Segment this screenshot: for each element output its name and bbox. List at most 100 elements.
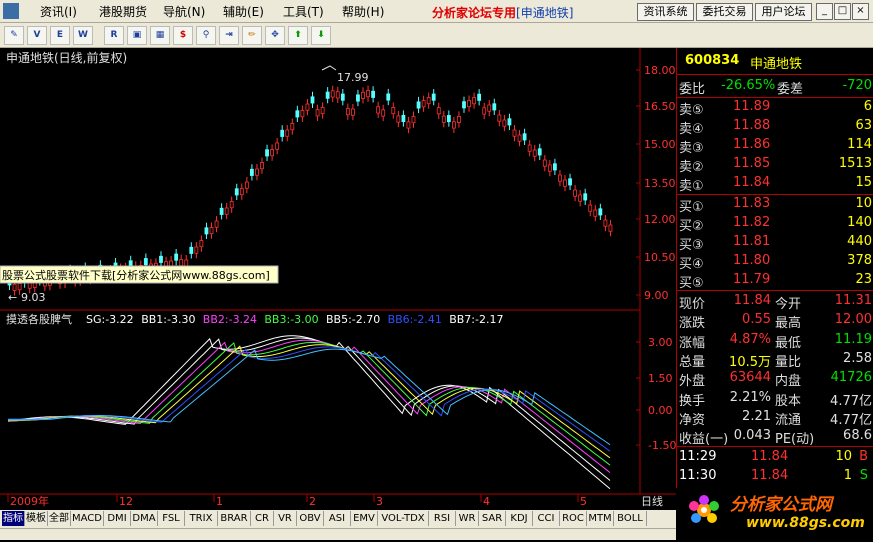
menu-bar: 资讯(I) 港股期货 导航(N) 辅助(E) 工具(T) 帮助(H) 分析家论坛… bbox=[0, 0, 873, 23]
x-axis-label: 5 bbox=[580, 495, 587, 508]
tab-模板[interactable]: 模板 bbox=[25, 511, 48, 526]
tab-emv[interactable]: EMV bbox=[351, 511, 378, 526]
tab-obv[interactable]: OBV bbox=[297, 511, 324, 526]
watermark-text: 股票公式股票软件下载[分析家公式网www.88gs.com] bbox=[2, 268, 270, 282]
tab-asi[interactable]: ASI bbox=[324, 511, 351, 526]
tab-kdj[interactable]: KDJ bbox=[506, 511, 533, 526]
stat-value: 0.55 bbox=[742, 312, 771, 328]
window-icon[interactable]: ▣ bbox=[127, 26, 147, 45]
chart-svg: 申通地铁(日线,前复权) 18.0016.5015.0013.5012.0010… bbox=[0, 48, 676, 508]
tab-macd[interactable]: MACD bbox=[71, 511, 104, 526]
menu-nav[interactable]: 导航(N) bbox=[163, 3, 205, 20]
stat-value: 10.5万 bbox=[729, 354, 771, 370]
candle-body bbox=[194, 246, 199, 254]
sell-level-label: 卖⑤ bbox=[679, 103, 704, 118]
forum-button[interactable]: 用户论坛 bbox=[755, 3, 812, 21]
menu-hk-futures[interactable]: 港股期货 bbox=[99, 3, 147, 20]
buy-level-row: 买④ 11.80 378 bbox=[677, 252, 873, 272]
dollar-icon[interactable]: $ bbox=[173, 26, 193, 45]
tab-trix[interactable]: TRIX bbox=[185, 511, 218, 526]
candle-body bbox=[260, 162, 264, 170]
stat-label: 量比 bbox=[775, 354, 802, 370]
menu-tools[interactable]: 工具(T) bbox=[283, 3, 324, 20]
tab-vr[interactable]: VR bbox=[274, 511, 297, 526]
tab-dmi[interactable]: DMI bbox=[104, 511, 131, 526]
tab-sar[interactable]: SAR bbox=[479, 511, 506, 526]
tab-全部[interactable]: 全部 bbox=[48, 511, 71, 526]
win-icon[interactable]: W bbox=[73, 26, 93, 45]
candle-body bbox=[224, 207, 229, 215]
export-icon[interactable]: ⇥ bbox=[219, 26, 239, 45]
candle-body bbox=[174, 253, 179, 261]
menu-info[interactable]: 资讯(I) bbox=[40, 3, 77, 20]
chart-area[interactable]: 申通地铁(日线,前复权) 18.00 16.50 15.00 13.50 12.00 10… bbox=[0, 48, 676, 510]
stat-label: 今开 bbox=[775, 297, 802, 312]
pencil-icon[interactable]: ✎ bbox=[4, 26, 24, 45]
tick-side: B bbox=[859, 449, 868, 464]
tab-dma[interactable]: DMA bbox=[131, 511, 158, 526]
tab-fsl[interactable]: FSL bbox=[158, 511, 185, 526]
candle-body bbox=[497, 114, 502, 122]
move-icon[interactable]: ✥ bbox=[265, 26, 285, 45]
restore-icon[interactable]: □ bbox=[834, 3, 851, 20]
tick-row: 11:30 11.84 1 S bbox=[677, 467, 873, 486]
minimize-icon[interactable]: _ bbox=[816, 3, 833, 20]
tab-rsi[interactable]: RSI bbox=[429, 511, 456, 526]
stat-label: 外盘 bbox=[679, 374, 706, 390]
candle-body bbox=[255, 168, 259, 176]
candle-body bbox=[350, 108, 355, 116]
candle-body bbox=[411, 116, 416, 124]
logo-text: 分析家公式网 bbox=[730, 495, 832, 515]
rsi-icon[interactable]: R bbox=[104, 26, 124, 45]
candle-body bbox=[391, 107, 396, 115]
buy-level-volume: 140 bbox=[847, 215, 872, 230]
sell-level-row: 卖⑤ 11.89 6 bbox=[677, 98, 873, 118]
x-axis-label: 12 bbox=[119, 495, 133, 508]
trade-button[interactable]: 委托交易 bbox=[696, 3, 753, 21]
close-icon[interactable]: × bbox=[852, 3, 869, 20]
tab-vol-tdx[interactable]: VOL-TDX bbox=[378, 511, 429, 526]
buy-level-volume: 378 bbox=[847, 253, 872, 268]
stat-value: 63644 bbox=[729, 370, 771, 386]
arrow-down-icon[interactable]: ⬇ bbox=[311, 26, 331, 45]
tab-boll[interactable]: BOLL bbox=[614, 511, 647, 526]
indicator-line bbox=[8, 348, 611, 446]
stat-label: 流通 bbox=[775, 412, 802, 428]
candle-body bbox=[457, 115, 461, 123]
tab-roc[interactable]: ROC bbox=[560, 511, 587, 526]
candle-body bbox=[199, 240, 204, 248]
vol-icon[interactable]: V bbox=[27, 26, 47, 45]
arrow-up-icon[interactable]: ⬆ bbox=[288, 26, 308, 45]
candle-body bbox=[209, 227, 214, 235]
calc-icon[interactable]: ▦ bbox=[150, 26, 170, 45]
tab-cci[interactable]: CCI bbox=[533, 511, 560, 526]
weibi-label: 委比 bbox=[679, 82, 706, 97]
tab-指标[interactable]: 指标 bbox=[2, 511, 25, 526]
stat-value: 0.043 bbox=[733, 428, 771, 444]
price-axis-label: 18.00 bbox=[644, 64, 676, 77]
tab-mtm[interactable]: MTM bbox=[587, 511, 614, 526]
candle-body bbox=[583, 193, 588, 201]
sell-level-row: 卖④ 11.88 63 bbox=[677, 117, 873, 137]
sell-level-volume: 1513 bbox=[838, 156, 872, 171]
indicator-axis-label: 1.50 bbox=[648, 372, 673, 385]
stat-label: 内盘 bbox=[775, 374, 802, 390]
link-icon[interactable]: ⚲ bbox=[196, 26, 216, 45]
tab-cr[interactable]: CR bbox=[251, 511, 274, 526]
candle-body bbox=[234, 188, 239, 196]
menu-help[interactable]: 帮助(H) bbox=[342, 3, 384, 20]
menu-assist[interactable]: 辅助(E) bbox=[223, 3, 264, 20]
etf-icon[interactable]: E bbox=[50, 26, 70, 45]
sell-level-volume: 114 bbox=[847, 137, 872, 152]
info-system-button[interactable]: 资讯系统 bbox=[637, 3, 694, 21]
tab-wr[interactable]: WR bbox=[456, 511, 479, 526]
x-axis: 2009年 12 1 2 3 4 5 日线 bbox=[7, 494, 663, 508]
weibi-value: -26.65% bbox=[721, 78, 776, 93]
app-icon bbox=[3, 3, 19, 19]
tab-brar[interactable]: BRAR bbox=[218, 511, 251, 526]
draw-icon[interactable]: ✏ bbox=[242, 26, 262, 45]
high-marker: 17.99 bbox=[321, 65, 369, 84]
indicator-line bbox=[8, 341, 611, 466]
x-axis-label: 3 bbox=[376, 495, 383, 508]
toolbar: ✎ V E W R ▣ ▦ $ ⚲ ⇥ ✏ ✥ ⬆ ⬇ bbox=[0, 23, 873, 48]
